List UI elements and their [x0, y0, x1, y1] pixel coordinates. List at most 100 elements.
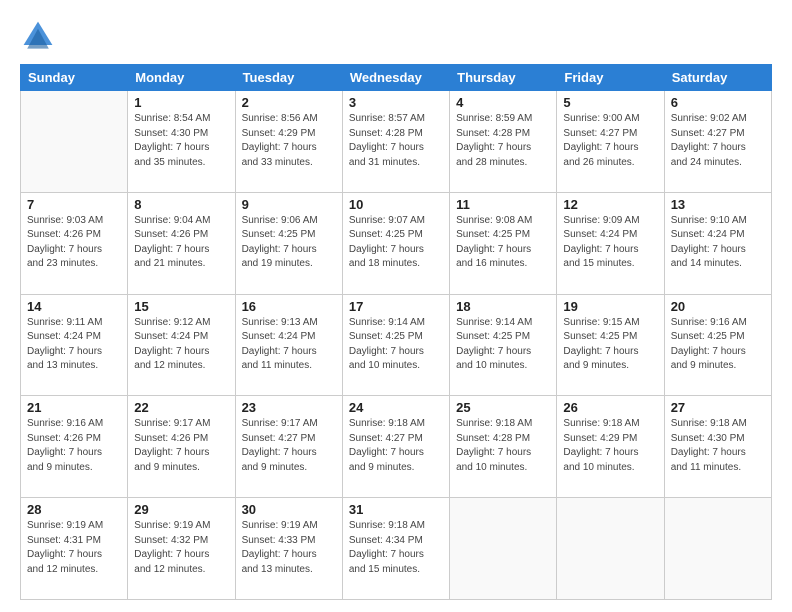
day-number: 24	[349, 400, 443, 415]
calendar-cell: 1 Sunrise: 8:54 AM Sunset: 4:30 PM Daylig…	[128, 91, 235, 193]
day-number: 13	[671, 197, 765, 212]
calendar-cell	[21, 91, 128, 193]
day-number: 1	[134, 95, 228, 110]
calendar-cell: 25 Sunrise: 9:18 AM Sunset: 4:28 PM Dayli…	[450, 396, 557, 498]
week-row-2: 7 Sunrise: 9:03 AM Sunset: 4:26 PM Daylig…	[21, 192, 772, 294]
day-number: 11	[456, 197, 550, 212]
calendar-cell: 28 Sunrise: 9:19 AM Sunset: 4:31 PM Dayli…	[21, 498, 128, 600]
day-info: Sunrise: 9:14 AM Sunset: 4:25 PM Dayligh…	[456, 316, 550, 374]
day-info: Sunrise: 8:57 AM Sunset: 4:28 PM Dayligh…	[349, 112, 443, 170]
day-number: 14	[27, 299, 121, 314]
calendar-cell: 22Sunrise: 9:17 AM Sunset: 4:26 PM Dayli…	[128, 396, 235, 498]
day-info: Sunrise: 9:19 AM Sunset: 4:31 PM Dayligh…	[27, 519, 121, 577]
calendar-cell: 7 Sunrise: 9:03 AM Sunset: 4:26 PM Daylig…	[21, 192, 128, 294]
calendar-cell: 26 Sunrise: 9:18 AM Sunset: 4:29 PM Dayli…	[557, 396, 664, 498]
calendar-cell: 11 Sunrise: 9:08 AM Sunset: 4:25 PM Dayli…	[450, 192, 557, 294]
calendar-cell	[557, 498, 664, 600]
calendar-cell: 13 Sunrise: 9:10 AM Sunset: 4:24 PM Dayli…	[664, 192, 771, 294]
day-info: Sunrise: 9:19 AM Sunset: 4:32 PM Dayligh…	[134, 519, 228, 577]
day-info: Sunrise: 9:17 AM Sunset: 4:27 PM Dayligh…	[242, 417, 336, 475]
day-number: 5	[563, 95, 657, 110]
day-info: Sunrise: 8:54 AM Sunset: 4:30 PM Dayligh…	[134, 112, 228, 170]
day-info: Sunrise: 9:18 AM Sunset: 4:28 PM Dayligh…	[456, 417, 550, 475]
calendar-cell: 30Sunrise: 9:19 AM Sunset: 4:33 PM Dayli…	[235, 498, 342, 600]
day-number: 6	[671, 95, 765, 110]
day-info: Sunrise: 9:18 AM Sunset: 4:34 PM Dayligh…	[349, 519, 443, 577]
day-info: Sunrise: 9:16 AM Sunset: 4:26 PM Dayligh…	[27, 417, 121, 475]
calendar-cell: 8 Sunrise: 9:04 AM Sunset: 4:26 PM Daylig…	[128, 192, 235, 294]
calendar-cell: 9 Sunrise: 9:06 AM Sunset: 4:25 PM Daylig…	[235, 192, 342, 294]
day-info: Sunrise: 9:18 AM Sunset: 4:29 PM Dayligh…	[563, 417, 657, 475]
day-number: 23	[242, 400, 336, 415]
header-day-friday: Friday	[557, 65, 664, 91]
day-number: 17	[349, 299, 443, 314]
day-info: Sunrise: 8:56 AM Sunset: 4:29 PM Dayligh…	[242, 112, 336, 170]
calendar-cell: 3 Sunrise: 8:57 AM Sunset: 4:28 PM Daylig…	[342, 91, 449, 193]
header-day-tuesday: Tuesday	[235, 65, 342, 91]
day-number: 26	[563, 400, 657, 415]
day-info: Sunrise: 9:15 AM Sunset: 4:25 PM Dayligh…	[563, 316, 657, 374]
day-info: Sunrise: 9:16 AM Sunset: 4:25 PM Dayligh…	[671, 316, 765, 374]
calendar-cell: 18 Sunrise: 9:14 AM Sunset: 4:25 PM Dayli…	[450, 294, 557, 396]
calendar-cell: 16Sunrise: 9:13 AM Sunset: 4:24 PM Dayli…	[235, 294, 342, 396]
day-info: Sunrise: 9:07 AM Sunset: 4:25 PM Dayligh…	[349, 214, 443, 272]
day-number: 28	[27, 502, 121, 517]
calendar-cell	[450, 498, 557, 600]
calendar-cell: 17Sunrise: 9:14 AM Sunset: 4:25 PM Dayli…	[342, 294, 449, 396]
logo-icon	[20, 18, 56, 54]
day-number: 7	[27, 197, 121, 212]
day-info: Sunrise: 9:03 AM Sunset: 4:26 PM Dayligh…	[27, 214, 121, 272]
day-number: 22	[134, 400, 228, 415]
header-day-thursday: Thursday	[450, 65, 557, 91]
day-number: 15	[134, 299, 228, 314]
day-number: 19	[563, 299, 657, 314]
day-number: 3	[349, 95, 443, 110]
header-day-saturday: Saturday	[664, 65, 771, 91]
calendar-cell: 29 Sunrise: 9:19 AM Sunset: 4:32 PM Dayli…	[128, 498, 235, 600]
day-info: Sunrise: 9:08 AM Sunset: 4:25 PM Dayligh…	[456, 214, 550, 272]
day-info: Sunrise: 9:18 AM Sunset: 4:30 PM Dayligh…	[671, 417, 765, 475]
header-row: SundayMondayTuesdayWednesdayThursdayFrid…	[21, 65, 772, 91]
calendar-table: SundayMondayTuesdayWednesdayThursdayFrid…	[20, 64, 772, 600]
header-day-monday: Monday	[128, 65, 235, 91]
calendar-cell: 27Sunrise: 9:18 AM Sunset: 4:30 PM Dayli…	[664, 396, 771, 498]
calendar-cell: 19 Sunrise: 9:15 AM Sunset: 4:25 PM Dayli…	[557, 294, 664, 396]
header-day-sunday: Sunday	[21, 65, 128, 91]
day-number: 12	[563, 197, 657, 212]
day-info: Sunrise: 9:12 AM Sunset: 4:24 PM Dayligh…	[134, 316, 228, 374]
calendar-cell: 24Sunrise: 9:18 AM Sunset: 4:27 PM Dayli…	[342, 396, 449, 498]
calendar-cell: 12Sunrise: 9:09 AM Sunset: 4:24 PM Dayli…	[557, 192, 664, 294]
logo	[20, 18, 62, 54]
day-info: Sunrise: 9:02 AM Sunset: 4:27 PM Dayligh…	[671, 112, 765, 170]
header	[20, 18, 772, 54]
day-number: 31	[349, 502, 443, 517]
day-info: Sunrise: 8:59 AM Sunset: 4:28 PM Dayligh…	[456, 112, 550, 170]
day-info: Sunrise: 9:00 AM Sunset: 4:27 PM Dayligh…	[563, 112, 657, 170]
header-day-wednesday: Wednesday	[342, 65, 449, 91]
calendar-cell: 4 Sunrise: 8:59 AM Sunset: 4:28 PM Daylig…	[450, 91, 557, 193]
calendar-cell: 6 Sunrise: 9:02 AM Sunset: 4:27 PM Daylig…	[664, 91, 771, 193]
calendar-cell: 20 Sunrise: 9:16 AM Sunset: 4:25 PM Dayli…	[664, 294, 771, 396]
day-info: Sunrise: 9:19 AM Sunset: 4:33 PM Dayligh…	[242, 519, 336, 577]
day-number: 16	[242, 299, 336, 314]
day-number: 8	[134, 197, 228, 212]
day-number: 20	[671, 299, 765, 314]
page: SundayMondayTuesdayWednesdayThursdayFrid…	[0, 0, 792, 612]
day-number: 25	[456, 400, 550, 415]
calendar-cell	[664, 498, 771, 600]
day-number: 10	[349, 197, 443, 212]
week-row-3: 14 Sunrise: 9:11 AM Sunset: 4:24 PM Dayli…	[21, 294, 772, 396]
day-number: 9	[242, 197, 336, 212]
day-number: 18	[456, 299, 550, 314]
day-number: 4	[456, 95, 550, 110]
day-info: Sunrise: 9:04 AM Sunset: 4:26 PM Dayligh…	[134, 214, 228, 272]
day-info: Sunrise: 9:11 AM Sunset: 4:24 PM Dayligh…	[27, 316, 121, 374]
calendar-cell: 14 Sunrise: 9:11 AM Sunset: 4:24 PM Dayli…	[21, 294, 128, 396]
calendar-cell: 15 Sunrise: 9:12 AM Sunset: 4:24 PM Dayli…	[128, 294, 235, 396]
calendar-cell: 23 Sunrise: 9:17 AM Sunset: 4:27 PM Dayli…	[235, 396, 342, 498]
week-row-5: 28 Sunrise: 9:19 AM Sunset: 4:31 PM Dayli…	[21, 498, 772, 600]
calendar-cell: 31 Sunrise: 9:18 AM Sunset: 4:34 PM Dayli…	[342, 498, 449, 600]
day-info: Sunrise: 9:06 AM Sunset: 4:25 PM Dayligh…	[242, 214, 336, 272]
day-number: 29	[134, 502, 228, 517]
day-info: Sunrise: 9:10 AM Sunset: 4:24 PM Dayligh…	[671, 214, 765, 272]
